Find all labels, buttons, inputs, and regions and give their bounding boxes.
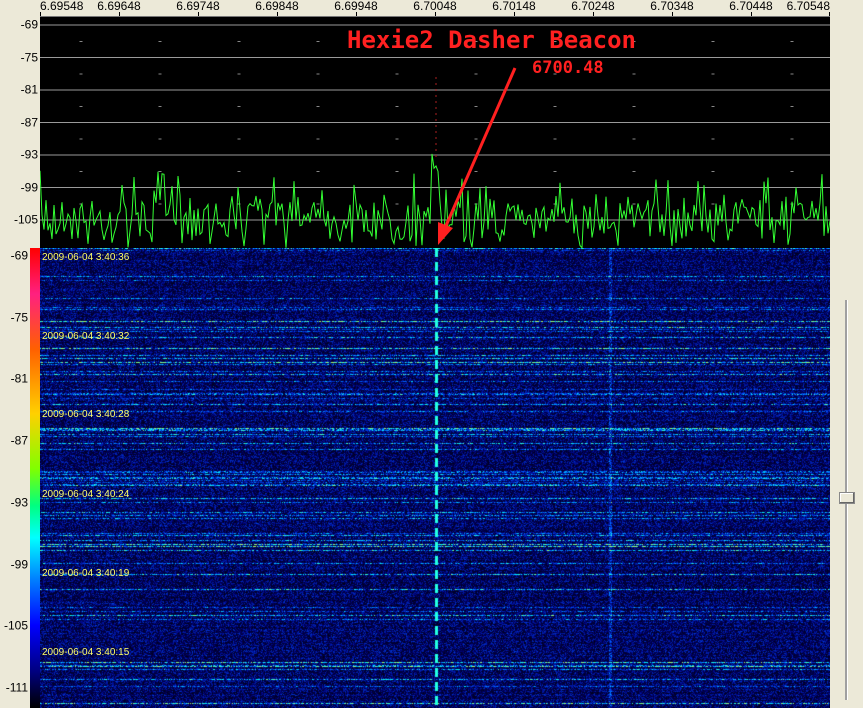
frequency-tick-mark xyxy=(40,12,41,16)
frequency-tick-mark xyxy=(198,12,199,16)
spectrum-analyzer-window: 6.69548 6.69648 6.69748 6.69848 6.69948 6.700… xyxy=(0,0,863,708)
slider-thumb[interactable] xyxy=(839,492,855,504)
waterfall-db-label: -87 xyxy=(10,433,28,448)
spectrum-db-label: -87 xyxy=(20,115,38,129)
waterfall-db-label: -111 xyxy=(5,680,28,695)
frequency-tick-label: 6.70548 xyxy=(786,0,830,13)
frequency-tick-mark xyxy=(672,12,673,16)
waterfall-timestamp: 2009-06-04 3:40:36 xyxy=(42,252,130,263)
waterfall-timestamp: 2009-06-04 3:40:15 xyxy=(42,647,130,658)
frequency-tick-mark xyxy=(593,12,594,16)
frequency-tick-mark xyxy=(514,12,515,16)
waterfall-db-label: -93 xyxy=(10,495,28,510)
waterfall-timestamp: 2009-06-04 3:40:19 xyxy=(42,568,130,579)
waterfall-display[interactable]: 2009-06-04 3:40:36 2009-06-04 3:40:32 2009… xyxy=(40,248,830,708)
waterfall-image xyxy=(40,248,830,708)
waterfall-db-label: -75 xyxy=(10,310,28,325)
spectrum-trace xyxy=(40,153,830,248)
annotation-frequency: 6700.48 xyxy=(532,58,604,78)
spectrum-db-label: -75 xyxy=(20,50,38,64)
frequency-tick-mark xyxy=(829,12,830,16)
waterfall-db-label: -105 xyxy=(3,618,28,633)
frequency-tick-mark xyxy=(751,12,752,16)
waterfall-timestamp: 2009-06-04 3:40:24 xyxy=(42,489,130,500)
waterfall-db-label: -81 xyxy=(10,371,28,386)
frequency-tick-mark xyxy=(277,12,278,16)
waterfall-timestamp: 2009-06-04 3:40:32 xyxy=(42,331,130,342)
frequency-ruler: 6.69548 6.69648 6.69748 6.69848 6.69948 6.700… xyxy=(40,0,830,17)
waterfall-color-scale xyxy=(30,248,40,708)
frequency-tick-mark xyxy=(356,12,357,16)
spectrum-db-label: -69 xyxy=(20,17,38,32)
spectrum-db-label: -99 xyxy=(20,180,38,194)
waterfall-timestamp: 2009-06-04 3:40:28 xyxy=(42,409,130,420)
waterfall-db-label: -99 xyxy=(10,557,28,571)
spectrum-db-label: -93 xyxy=(20,147,38,162)
frequency-tick-label: 6.69548 xyxy=(40,0,84,13)
frequency-tick-mark xyxy=(119,12,120,16)
annotation-title: Hexie2 Dasher Beacon xyxy=(347,26,636,54)
waterfall-db-label: -69 xyxy=(10,248,28,263)
frequency-tick-mark xyxy=(435,12,436,16)
spectrum-db-label: -81 xyxy=(20,82,38,97)
spectrum-db-label: -105 xyxy=(13,212,38,227)
